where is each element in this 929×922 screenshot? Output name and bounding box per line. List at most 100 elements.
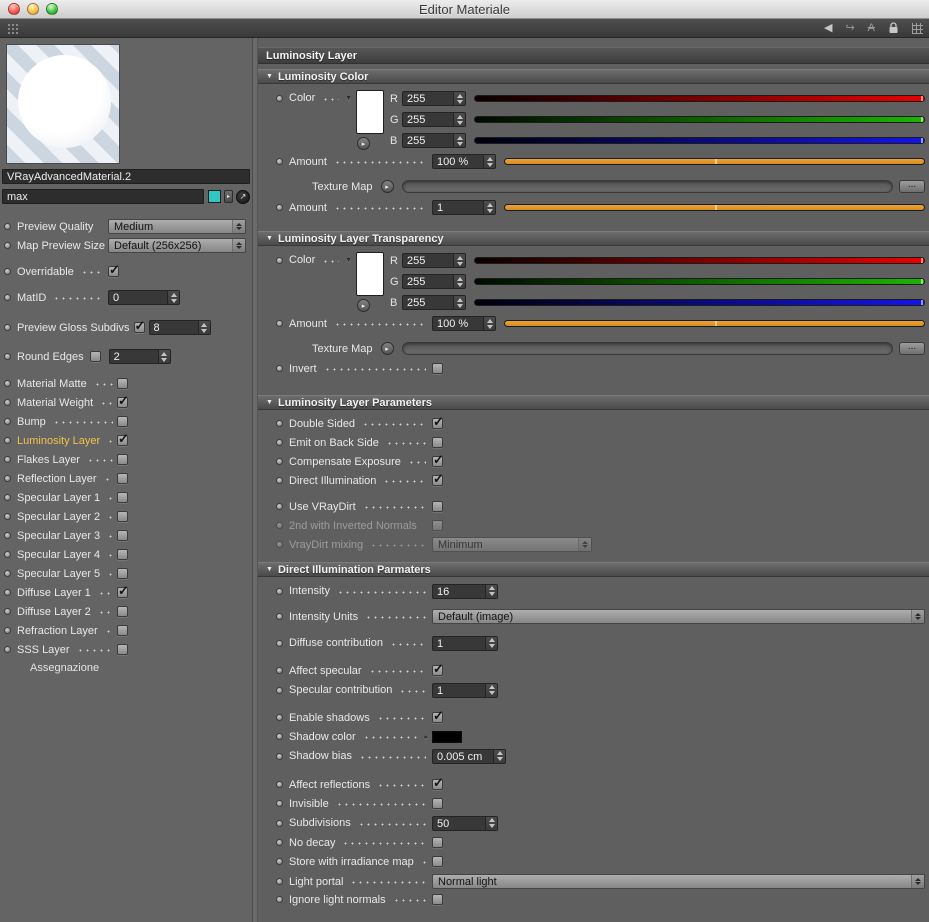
keyframe-dot[interactable] — [4, 242, 11, 249]
keyframe-dot[interactable] — [4, 608, 11, 615]
layer-row-reflection-layer[interactable]: Reflection Layer — [0, 469, 128, 488]
green-value-field[interactable]: 255 — [402, 274, 466, 289]
matid-field[interactable]: 0 — [108, 290, 180, 305]
round-edges-field[interactable]: 2 — [108, 349, 171, 364]
transparency-color-swatch[interactable] — [356, 252, 384, 296]
lock-icon[interactable] — [888, 22, 899, 34]
layer-checkbox[interactable] — [117, 416, 128, 427]
color-expand-icon[interactable]: ▸ — [424, 733, 428, 741]
layer-row-luminosity-layer[interactable]: Luminosity Layer — [0, 431, 129, 450]
blue-slider[interactable] — [474, 299, 925, 306]
vraydirt-mixing-dropdown[interactable]: Minimum — [432, 537, 592, 552]
keyframe-dot[interactable] — [276, 686, 283, 694]
layer-row-material-matte[interactable]: Material Matte — [0, 374, 128, 393]
keyframe-dot[interactable] — [4, 223, 11, 230]
intensity-units-dropdown[interactable]: Default (image) — [432, 609, 925, 624]
keyframe-dot[interactable] — [276, 733, 283, 740]
section-header-luminosity-color[interactable]: ▼ Luminosity Color — [258, 69, 929, 84]
emit-back-side-checkbox[interactable] — [432, 437, 443, 448]
keyframe-dot[interactable] — [276, 256, 283, 264]
transparency-amount-field[interactable]: 100 % — [432, 316, 496, 331]
keyframe-dot[interactable] — [276, 587, 283, 595]
keyframe-dot[interactable] — [4, 380, 11, 387]
diffuse-contribution-field[interactable]: 1 — [432, 635, 498, 651]
stepper-arrows-icon[interactable] — [483, 317, 495, 330]
keyframe-dot[interactable] — [276, 477, 283, 484]
layer-checkbox[interactable] — [117, 393, 129, 409]
texture-map-field[interactable] — [401, 342, 893, 355]
keyframe-dot[interactable] — [4, 551, 11, 558]
red-value-field[interactable]: 255 — [402, 253, 466, 268]
stepper-arrows-icon[interactable] — [453, 254, 465, 267]
inverted-normals-checkbox[interactable] — [432, 520, 443, 531]
back-icon[interactable]: ◀ — [824, 22, 832, 34]
keyframe-dot[interactable] — [4, 494, 11, 501]
keyframe-dot[interactable] — [4, 589, 11, 596]
layer-row-specular-layer-2[interactable]: Specular Layer 2 — [0, 507, 128, 526]
layer-row-refraction-layer[interactable]: Refraction Layer — [0, 621, 128, 640]
layer-checkbox[interactable] — [117, 492, 128, 503]
layer-checkbox[interactable] — [117, 644, 128, 655]
collapse-triangle-icon[interactable]: ▼ — [266, 566, 273, 573]
texture-map-field[interactable] — [401, 180, 893, 193]
amount2-slider[interactable] — [504, 204, 925, 211]
intensity-field[interactable]: 16 — [432, 583, 498, 599]
layer-checkbox[interactable] — [117, 583, 129, 599]
layer-checkbox[interactable] — [117, 606, 128, 617]
keyframe-dot[interactable] — [276, 439, 283, 446]
keyframe-dot[interactable] — [276, 613, 283, 620]
layer-row-specular-layer-3[interactable]: Specular Layer 3 — [0, 526, 128, 545]
color-expand-icon[interactable]: ▼ — [345, 95, 352, 102]
shader-color-swatch[interactable] — [208, 190, 221, 203]
shadow-bias-field[interactable]: 0.005 cm — [432, 748, 506, 764]
specular-contribution-field[interactable]: 1 — [432, 682, 498, 698]
compensate-exposure-checkbox[interactable] — [432, 452, 444, 468]
layer-row-diffuse-layer-2[interactable]: Diffuse Layer 2 — [0, 602, 128, 621]
keyframe-dot[interactable] — [4, 456, 11, 463]
layer-row-sss-layer[interactable]: SSS Layer — [0, 640, 128, 659]
material-preview[interactable] — [6, 44, 120, 164]
light-portal-dropdown[interactable]: Normal light — [432, 874, 925, 889]
layer-row-bump[interactable]: Bump — [0, 412, 128, 431]
layer-checkbox[interactable] — [117, 530, 128, 541]
green-value-field[interactable]: 255 — [402, 112, 466, 127]
green-slider[interactable] — [474, 116, 925, 123]
red-value-field[interactable]: 255 — [402, 91, 466, 106]
node-editor-icon[interactable]: ↗ — [236, 189, 250, 204]
keyframe-dot[interactable] — [4, 399, 11, 406]
keyframe-dot[interactable] — [276, 420, 283, 427]
amount-field[interactable]: 100 % — [432, 154, 496, 169]
texture-expand-button[interactable]: ▸ — [380, 342, 394, 355]
zoom-button[interactable] — [46, 3, 58, 15]
keyframe-dot[interactable] — [4, 627, 11, 634]
layer-checkbox[interactable] — [117, 568, 128, 579]
panel-menu-icon[interactable] — [912, 22, 923, 34]
browse-button[interactable]: ... — [899, 342, 925, 355]
keyframe-dot[interactable] — [276, 781, 283, 788]
layer-checkbox[interactable] — [117, 431, 129, 447]
layer-checkbox[interactable] — [117, 454, 128, 465]
stepper-arrows-icon[interactable] — [453, 275, 465, 288]
blue-value-field[interactable]: 255 — [402, 133, 466, 148]
browse-button[interactable]: ... — [899, 180, 925, 193]
overridable-checkbox[interactable] — [108, 262, 120, 278]
compare-icon[interactable]: A — [868, 22, 875, 34]
section-header-direct-illumination[interactable]: ▼ Direct Illumination Parmaters — [258, 562, 929, 577]
layer-checkbox[interactable] — [117, 511, 128, 522]
keyframe-dot[interactable] — [4, 268, 11, 275]
collapse-triangle-icon[interactable]: ▼ — [266, 399, 273, 406]
shadow-color-swatch[interactable] — [432, 730, 462, 743]
layer-row-flakes-layer[interactable]: Flakes Layer — [0, 450, 128, 469]
keyframe-dot[interactable] — [4, 513, 11, 520]
preview-gloss-subdivs-field[interactable]: 8 — [148, 320, 211, 335]
keyframe-dot[interactable] — [276, 204, 283, 211]
preview-gloss-subdivs-checkbox[interactable] — [133, 318, 145, 334]
keyframe-dot[interactable] — [4, 475, 11, 482]
color-picker-button[interactable]: ▸ — [357, 137, 370, 150]
blue-value-field[interactable]: 255 — [402, 295, 466, 310]
keyframe-dot[interactable] — [4, 324, 11, 331]
layer-row-material-weight[interactable]: Material Weight — [0, 393, 129, 412]
keyframe-dot[interactable] — [276, 878, 283, 885]
keyframe-dot[interactable] — [276, 800, 283, 807]
keyframe-dot[interactable] — [4, 294, 11, 301]
